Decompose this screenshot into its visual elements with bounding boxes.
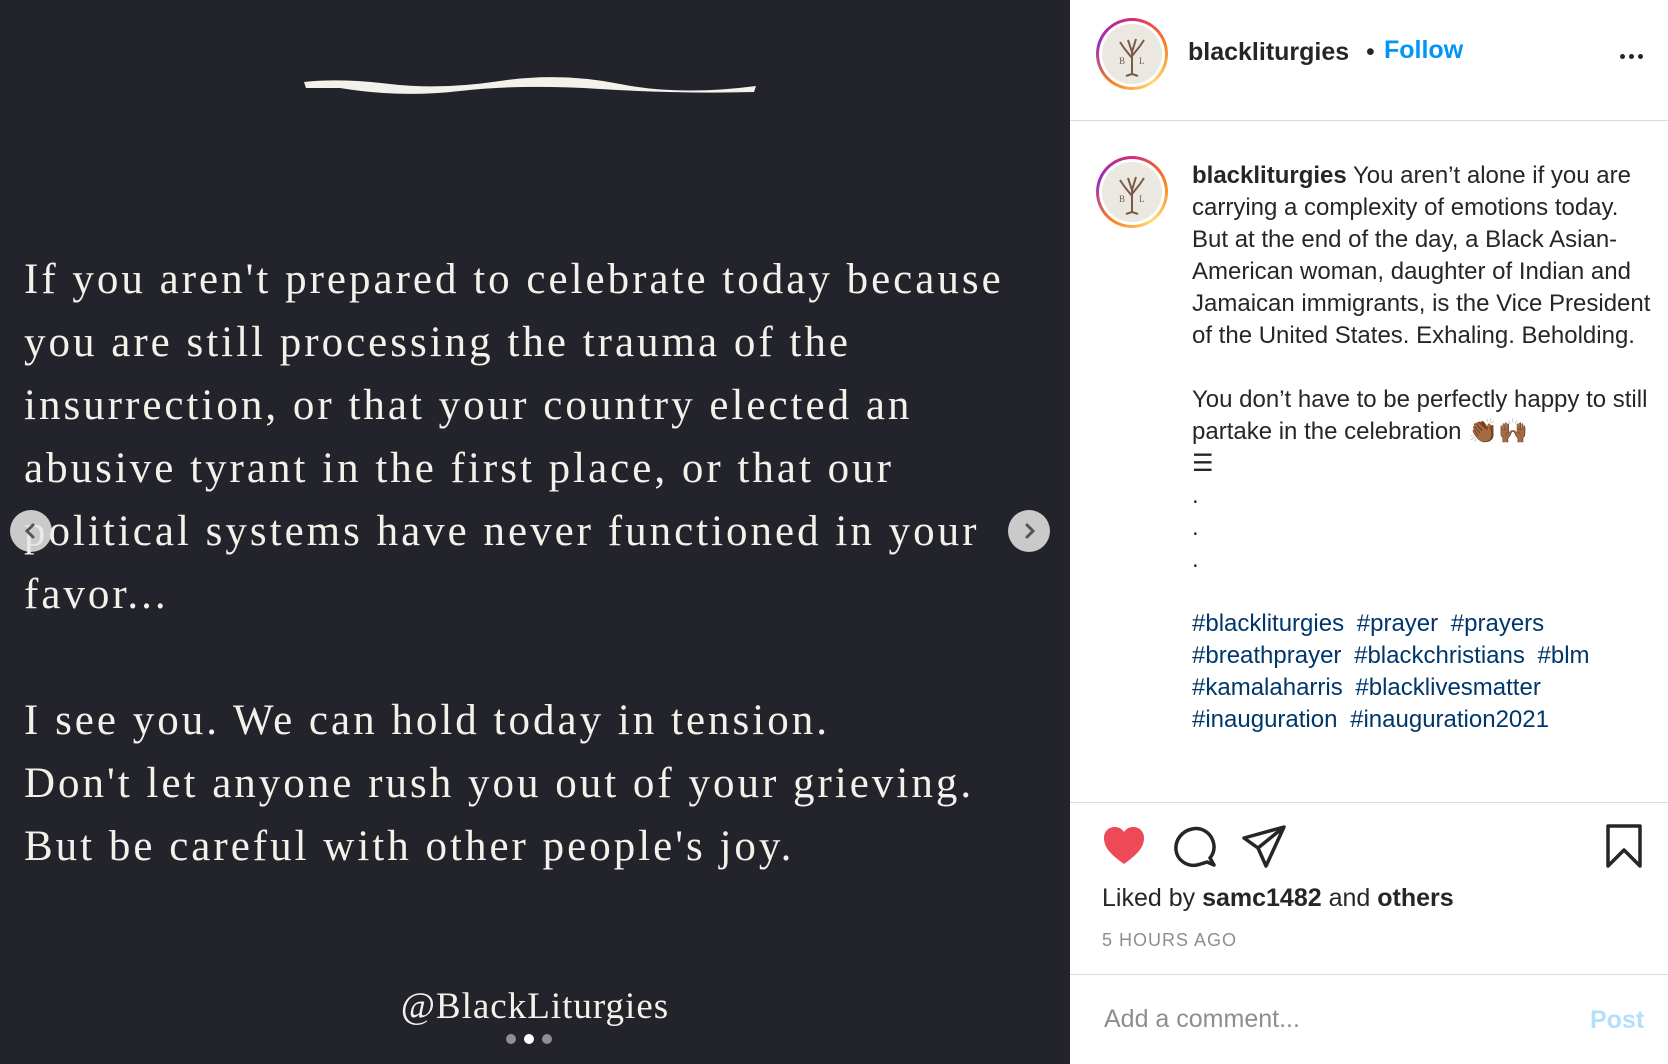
hashtag-list: #blackliturgies #prayer #prayers #breath… (1192, 608, 1652, 736)
more-options-icon[interactable] (1620, 54, 1643, 59)
quote-line: favor... (24, 571, 169, 618)
carousel-dot (506, 1034, 516, 1044)
carousel-dot-active (524, 1034, 534, 1044)
post-quote-text: If you aren't prepared to celebrate toda… (24, 248, 1064, 878)
carousel-prev-button[interactable] (10, 510, 52, 552)
hashtag-link[interactable]: #prayers (1451, 610, 1544, 637)
divider (1070, 802, 1668, 803)
caption-dot: . (1192, 482, 1199, 509)
header-separator: • (1366, 38, 1375, 66)
closing-line: I see you. We can hold today in tension. (24, 697, 830, 744)
closing-line: Don't let anyone rush you out of your gr… (24, 760, 975, 807)
caption-dot: . (1192, 514, 1199, 541)
divider (1070, 974, 1668, 975)
chevron-right-icon (1025, 523, 1036, 539)
hashtag-link[interactable]: #inauguration (1192, 706, 1337, 733)
divider (1070, 120, 1668, 121)
flag-emoji: ☰ (1192, 450, 1214, 477)
hashtag-link[interactable]: #inauguration2021 (1350, 706, 1549, 733)
svg-text:B: B (1119, 194, 1125, 204)
hashtag-link[interactable]: #kamalaharris (1192, 674, 1343, 701)
caption-avatar[interactable]: B L (1096, 156, 1168, 228)
carousel-dot (542, 1034, 552, 1044)
quote-line: you are still processing the trauma of t… (24, 319, 851, 366)
action-bar (1100, 822, 1642, 872)
hashtag-link[interactable]: #blackchristians (1354, 642, 1525, 669)
svg-text:L: L (1139, 56, 1145, 66)
quote-line: insurrection, or that your country elect… (24, 382, 913, 429)
hashtag-link[interactable]: #blackliturgies (1192, 610, 1344, 637)
heart-icon[interactable] (1100, 822, 1148, 870)
tree-logo-icon: B L (1119, 176, 1145, 215)
quote-line: political systems have never functioned … (24, 508, 980, 555)
quote-line: If you aren't prepared to celebrate toda… (24, 256, 1004, 303)
caption-username[interactable]: blackliturgies (1192, 162, 1347, 189)
bookmark-icon[interactable] (1600, 822, 1648, 870)
carousel-next-button[interactable] (1008, 510, 1050, 552)
hashtag-link[interactable]: #prayer (1357, 610, 1438, 637)
post-sidebar: B L blackliturgies • Follow B L blacklit… (1070, 0, 1668, 1064)
post-media[interactable]: If you aren't prepared to celebrate toda… (0, 0, 1070, 1064)
caption-text: You aren’t alone if you are carrying a c… (1192, 162, 1651, 349)
brush-stroke-decoration (304, 77, 756, 94)
comment-input[interactable] (1102, 1004, 1546, 1035)
likes-prefix: Liked by (1102, 884, 1196, 912)
media-handle-text: @BlackLiturgies (400, 986, 670, 1027)
carousel-indicator (506, 1034, 552, 1044)
header-username[interactable]: blackliturgies (1188, 38, 1349, 67)
hashtag-link[interactable]: #breathprayer (1192, 642, 1341, 669)
svg-text:B: B (1119, 56, 1125, 66)
quote-line: abusive tyrant in the first place, or th… (24, 445, 894, 492)
chevron-left-icon (24, 523, 35, 539)
liker-username[interactable]: samc1482 (1202, 884, 1322, 912)
hashtag-link[interactable]: #blacklivesmatter (1355, 674, 1540, 701)
follow-button[interactable]: Follow (1384, 36, 1463, 65)
caption-text-2: You don’t have to be perfectly happy to … (1192, 386, 1648, 445)
caption-dot: . (1192, 546, 1199, 573)
share-icon[interactable] (1240, 822, 1288, 870)
svg-text:L: L (1139, 194, 1145, 204)
tree-logo-icon: B L (1119, 38, 1145, 77)
post-timestamp[interactable]: 5 HOURS AGO (1102, 930, 1237, 951)
likes-summary: Liked by samc1482 and others (1102, 884, 1454, 913)
avatar[interactable]: B L (1096, 18, 1168, 90)
post-comment-button[interactable]: Post (1590, 1006, 1644, 1035)
likes-conj: and (1328, 884, 1371, 912)
closing-line: But be careful with other people's joy. (24, 823, 795, 870)
hashtag-link[interactable]: #blm (1538, 642, 1590, 669)
likes-others-link[interactable]: others (1377, 884, 1453, 912)
comment-icon[interactable] (1170, 822, 1218, 870)
post-caption: blackliturgies You aren’t alone if you a… (1192, 160, 1652, 736)
